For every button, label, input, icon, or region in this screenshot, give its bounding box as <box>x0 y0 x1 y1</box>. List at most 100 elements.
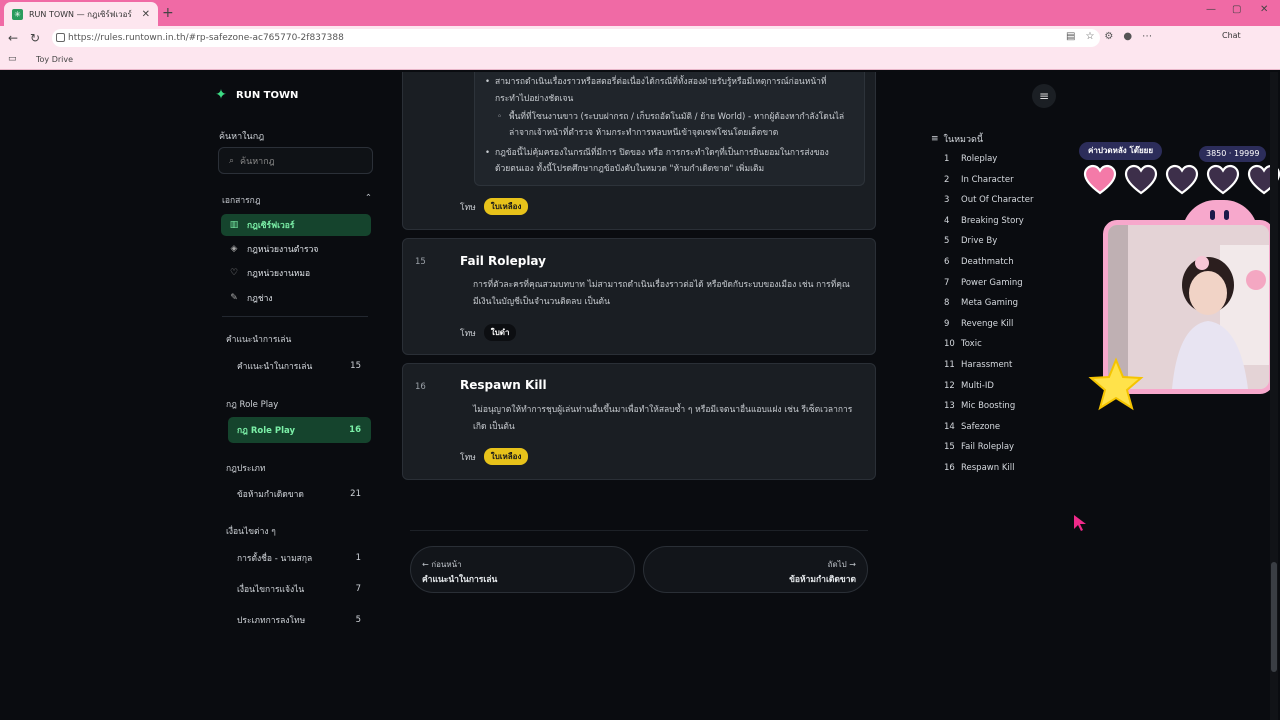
heart-icon <box>1124 164 1158 195</box>
toc-item-label: Multi-ID <box>961 380 994 391</box>
toc-item[interactable]: 5 Drive By <box>944 236 997 246</box>
bullet-icon: • <box>485 77 491 87</box>
penalty-badge: ใบเหลือง <box>483 198 529 215</box>
sidebar-item-count: 7 <box>355 584 361 594</box>
sidebar-doc-label: กฎหน่วยงานหมอ <box>247 269 311 279</box>
toc-item-label: Revenge Kill <box>961 318 1014 329</box>
bookmarks-menu-icon[interactable]: ▭ <box>8 54 17 64</box>
sidebar-item-label: ประเภทการลงโทษ <box>237 616 306 626</box>
penalty-label: โทษ <box>460 452 476 463</box>
sidebar-group-title: คำแนะนำการเล่น <box>226 335 292 345</box>
rule-description: มีเงินในบัญชีเป็นจำนวนติดลบ เป็นต้น <box>473 297 610 307</box>
sidebar-item-roleplay-rules[interactable]: กฎ Role Play 16 <box>228 417 371 443</box>
bullet-icon: • <box>485 148 491 158</box>
new-tab-button[interactable]: + <box>162 4 176 22</box>
browser-tab-bar: ✳ RUN TOWN — กฎเซิร์ฟเวอร์ ✕ + — ▢ ✕ <box>0 0 1280 26</box>
rule-penalty: โทษ ใบดำ <box>460 324 517 341</box>
minimize-icon[interactable]: — <box>1206 4 1216 15</box>
window-close-icon[interactable]: ✕ <box>1260 4 1268 15</box>
toc-item[interactable]: 12 Multi-ID <box>944 381 994 391</box>
sidebar-item-label: การตั้งชื่อ - นามสกุล <box>237 554 313 564</box>
sidebar-item-label: คำแนะนำในการเล่น <box>237 362 313 372</box>
extension-icon[interactable]: ⚙ <box>1104 31 1113 42</box>
heart-icon <box>1083 164 1117 195</box>
toc-item-label: Deathmatch <box>961 257 1014 267</box>
back-icon[interactable]: ← <box>4 31 22 45</box>
toc-item-number: 5 <box>944 236 950 247</box>
kirby-eye <box>1224 210 1229 220</box>
reload-icon[interactable]: ↻ <box>26 31 44 45</box>
sidebar-doc-server-rules[interactable]: ▥ กฎเซิร์ฟเวอร์ <box>221 214 371 236</box>
toc-item-label: Respawn Kill <box>961 463 1015 473</box>
toc-item[interactable]: 15 Fail Roleplay <box>944 442 1014 452</box>
search-input[interactable]: ⌕ ค้นหากฎ <box>218 147 373 174</box>
page-scrollbar[interactable] <box>1270 72 1278 720</box>
sub-bullet-icon: ◦ <box>497 112 503 122</box>
toc-item[interactable]: 8 Meta Gaming <box>944 298 1018 308</box>
prev-page-label: คำแนะนำในการเล่น <box>422 575 498 585</box>
toc-item-number: 11 <box>944 360 955 370</box>
toc-item[interactable]: 7 Power Gaming <box>944 278 1023 288</box>
toc-item-number: 10 <box>944 339 955 350</box>
address-bar[interactable]: https://rules.runtown.in.th/#rp-safezone… <box>52 29 1100 47</box>
kirby-eye <box>1210 210 1215 220</box>
toc-item-number: 3 <box>944 195 950 206</box>
docs-section-header[interactable]: เอกสารกฎ ⌃ <box>222 193 372 207</box>
sidebar-item-play-guide[interactable]: คำแนะนำในการเล่น 15 <box>228 353 371 379</box>
next-page-button[interactable]: ถัดไป → ข้อห้ามกำเดิดขาด <box>643 546 868 593</box>
bookmark-toy-drive[interactable]: Toy Drive <box>36 55 73 64</box>
tab-close-icon[interactable]: ✕ <box>142 9 150 20</box>
toc-item[interactable]: 16 Respawn Kill <box>944 463 1015 473</box>
brand[interactable]: ✦ RUN TOWN <box>212 86 298 104</box>
profile-icon[interactable]: ● <box>1123 31 1132 42</box>
toc-item-label: Breaking Story <box>961 215 1024 226</box>
toc-item[interactable]: 11 Harassment <box>944 360 1012 370</box>
sidebar-item-penalty-types[interactable]: ประเภทการลงโทษ 5 <box>228 607 371 633</box>
maximize-icon[interactable]: ▢ <box>1232 4 1241 15</box>
rule-number: 16 <box>415 382 426 392</box>
prev-page-button[interactable]: ← ก่อนหน้า คำแนะนำในการเล่น <box>410 546 635 593</box>
browser-tab[interactable]: ✳ RUN TOWN — กฎเซิร์ฟเวอร์ ✕ <box>4 2 158 26</box>
sidebar-doc-mechanic-rules[interactable]: ✎ กฎช่าง <box>221 287 371 309</box>
toc-item-number: 9 <box>944 318 950 329</box>
mouse-cursor-icon <box>1074 515 1086 531</box>
sidebar-doc-police-rules[interactable]: ◈ กฎหน่วยงานตำรวจ <box>221 238 371 260</box>
toc-item[interactable]: 1 Roleplay <box>944 154 997 164</box>
sidebar-item-report-conditions[interactable]: เงื่อนไขการแจ้งไน 7 <box>228 576 371 602</box>
sidebar-doc-medic-rules[interactable]: ♡ กฎหน่วยงานหมอ <box>221 262 371 284</box>
heart-icon <box>1206 164 1240 195</box>
sidebar-group-title: กฎ Role Play <box>226 400 279 410</box>
hamburger-icon: ≡ <box>1038 89 1050 103</box>
list-icon: ≡ <box>931 134 939 144</box>
rule-description: ไม่อนุญาตให้ทำการชุบผู้เล่นท่านอื่นขึ้นม… <box>473 405 853 415</box>
toc-item[interactable]: 4 Breaking Story <box>944 216 1024 226</box>
reader-icon[interactable]: ▤ <box>1066 31 1075 42</box>
toc-item[interactable]: 2 In Character <box>944 175 1014 185</box>
rule-card-safezone: • สามารถดำเนินเรื่องราวหรือสตอรี่ต่อเนื่… <box>402 72 876 230</box>
tab-title: RUN TOWN — กฎเซิร์ฟเวอร์ <box>29 9 132 19</box>
toc-item-label: Roleplay <box>961 154 998 164</box>
address-bar-row: ← ↻ https://rules.runtown.in.th/#rp-safe… <box>0 26 1280 50</box>
toc-item[interactable]: 3 Out Of Character <box>944 195 1033 205</box>
menu-button[interactable]: ≡ <box>1032 84 1056 108</box>
rule-title: Respawn Kill <box>460 378 547 392</box>
rule-penalty: โทษ ใบเหลือง <box>460 198 529 215</box>
chat-button[interactable]: Chat <box>1222 31 1241 40</box>
more-icon[interactable]: ⋯ <box>1142 31 1152 42</box>
search-icon: ⌕ <box>229 155 235 166</box>
scrollbar-thumb[interactable] <box>1271 562 1277 672</box>
sidebar-item-label: ข้อห้ามกำเดิดขาด <box>237 490 304 500</box>
toc-item-number: 1 <box>944 154 950 164</box>
heart-icon <box>1165 164 1199 195</box>
toc-item-number: 14 <box>944 421 955 432</box>
toc-item[interactable]: 9 Revenge Kill <box>944 319 1013 329</box>
sidebar-item-prohibitions[interactable]: ข้อห้ามกำเดิดขาด 21 <box>228 481 371 507</box>
toc-item-number: 4 <box>944 215 950 226</box>
toc-item[interactable]: 14 Safezone <box>944 422 1000 432</box>
site-info-icon[interactable] <box>56 33 65 42</box>
favorite-star-icon[interactable]: ☆ <box>1085 31 1094 42</box>
sidebar-item-naming[interactable]: การตั้งชื่อ - นามสกุล 1 <box>228 545 371 571</box>
toc-item[interactable]: 10 Toxic <box>944 339 982 349</box>
toc-item[interactable]: 6 Deathmatch <box>944 257 1014 267</box>
toc-item[interactable]: 13 Mic Boosting <box>944 401 1015 411</box>
